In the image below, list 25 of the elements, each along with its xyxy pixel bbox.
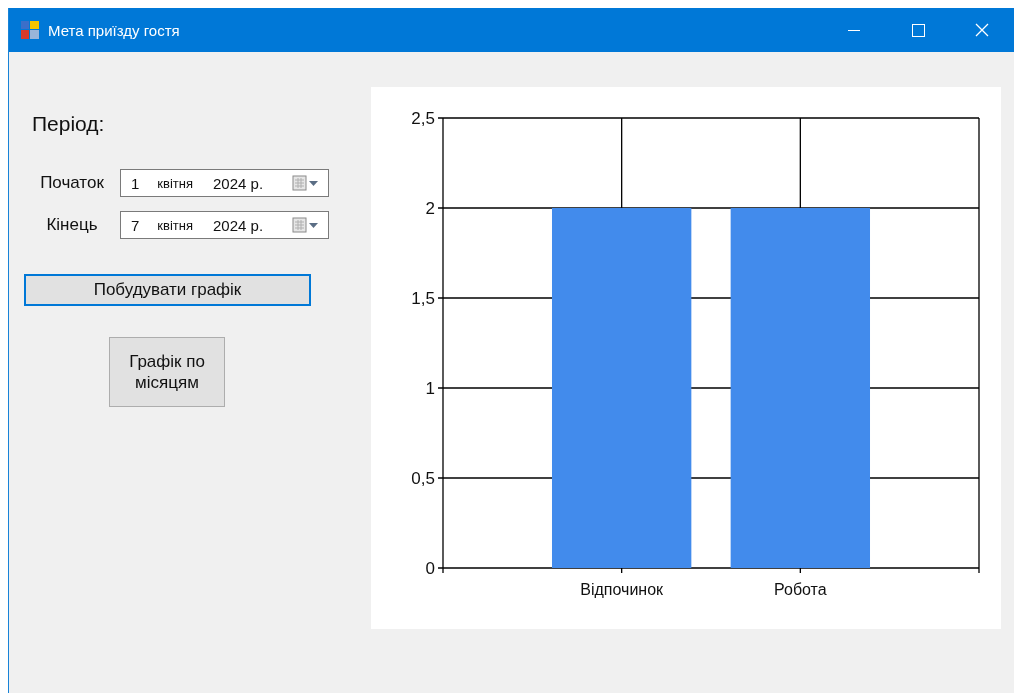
- month-text: квітня: [157, 217, 193, 233]
- y-axis-label: 2,5: [411, 109, 435, 128]
- year-text: 2024 р.: [213, 216, 264, 234]
- day-text: 7: [131, 216, 140, 234]
- date-label: Початок: [39, 173, 105, 193]
- x-axis-label: Відпочинок: [580, 581, 664, 598]
- y-axis-label: 0: [425, 559, 435, 578]
- month-text: квітня: [157, 175, 193, 191]
- window-title: Мета приїзду гостя: [48, 21, 181, 39]
- action-button[interactable]: Графік по місяцям: [109, 337, 225, 407]
- period-label: Період:: [32, 112, 105, 136]
- close-icon[interactable]: [975, 23, 989, 37]
- y-axis-label: 1,5: [411, 289, 435, 308]
- year-text: 2024 р.: [213, 174, 264, 192]
- y-axis-label: 0,5: [411, 469, 435, 488]
- x-axis-label: Робота: [774, 581, 827, 598]
- date-picker[interactable]: 1 квітня 2024 р.: [120, 169, 329, 197]
- y-axis-label: 2: [425, 199, 435, 218]
- maximize-icon[interactable]: [911, 23, 925, 37]
- y-axis-label: 1: [425, 379, 435, 398]
- app-icon: [21, 21, 39, 39]
- day-text: 1: [131, 174, 140, 192]
- date-picker[interactable]: 7 квітня 2024 р.: [120, 211, 329, 239]
- date-label: Кінець: [45, 215, 99, 235]
- action-button[interactable]: Побудувати графік: [24, 274, 311, 306]
